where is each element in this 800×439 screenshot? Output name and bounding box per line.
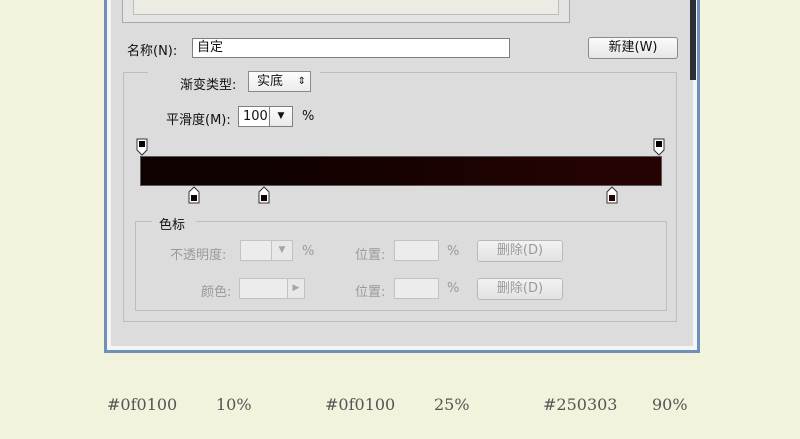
presets-panel — [122, 0, 570, 23]
color-location-unit: % — [447, 281, 460, 296]
annotation-position-3: 90% — [652, 395, 688, 414]
opacity-input[interactable] — [240, 240, 272, 261]
opacity-location-input[interactable] — [394, 240, 439, 261]
opacity-location-label: 位置: — [355, 248, 386, 263]
name-label: 名称(N): — [127, 44, 178, 59]
annotation-color-2: #0f0100 — [325, 395, 396, 414]
annotation-color-1: #0f0100 — [107, 395, 178, 414]
color-stop-1[interactable] — [188, 186, 200, 204]
presets-swatch-area[interactable] — [133, 0, 559, 15]
gradient-type-select[interactable]: 实底 ⇕ — [248, 71, 311, 92]
annotation-color-3: #250303 — [543, 395, 618, 414]
gradient-type-label: 渐变类型: — [180, 78, 237, 93]
smoothness-input[interactable]: 100 — [238, 106, 270, 127]
scrollbar[interactable] — [690, 0, 696, 80]
opacity-stop-left[interactable] — [136, 138, 148, 156]
stops-section-title: 色标 — [159, 218, 186, 233]
opacity-stop-right[interactable] — [653, 138, 665, 156]
color-stop-3[interactable] — [606, 186, 618, 204]
name-input[interactable]: 自定 — [192, 38, 510, 58]
new-button[interactable]: 新建(W) — [588, 37, 678, 59]
color-location-label: 位置: — [355, 285, 386, 300]
delete-opacity-stop-button[interactable]: 删除(D) — [477, 240, 563, 262]
chevron-down-icon: ▼ — [278, 245, 286, 255]
color-menu-button[interactable]: ▶ — [288, 278, 305, 299]
color-label: 颜色: — [201, 285, 232, 300]
delete-color-stop-button[interactable]: 删除(D) — [477, 278, 563, 300]
gradient-type-value: 实底 — [257, 74, 284, 89]
chevron-right-icon: ▶ — [292, 283, 300, 293]
smoothness-dropdown[interactable]: ▼ — [270, 106, 293, 127]
gradient-preview-bar[interactable] — [140, 156, 662, 186]
opacity-label: 不透明度: — [170, 248, 227, 263]
updown-arrow-icon: ⇕ — [297, 76, 306, 87]
smoothness-unit: % — [302, 109, 315, 124]
annotation-position-1: 10% — [216, 395, 252, 414]
color-location-input[interactable] — [394, 278, 439, 299]
annotation-position-2: 25% — [434, 395, 470, 414]
opacity-unit: % — [302, 244, 315, 259]
opacity-dropdown[interactable]: ▼ — [272, 240, 293, 261]
opacity-location-unit: % — [447, 244, 460, 259]
color-swatch[interactable] — [239, 278, 288, 299]
smoothness-label: 平滑度(M): — [166, 113, 231, 128]
color-stop-2[interactable] — [258, 186, 270, 204]
chevron-down-icon: ▼ — [277, 111, 285, 121]
